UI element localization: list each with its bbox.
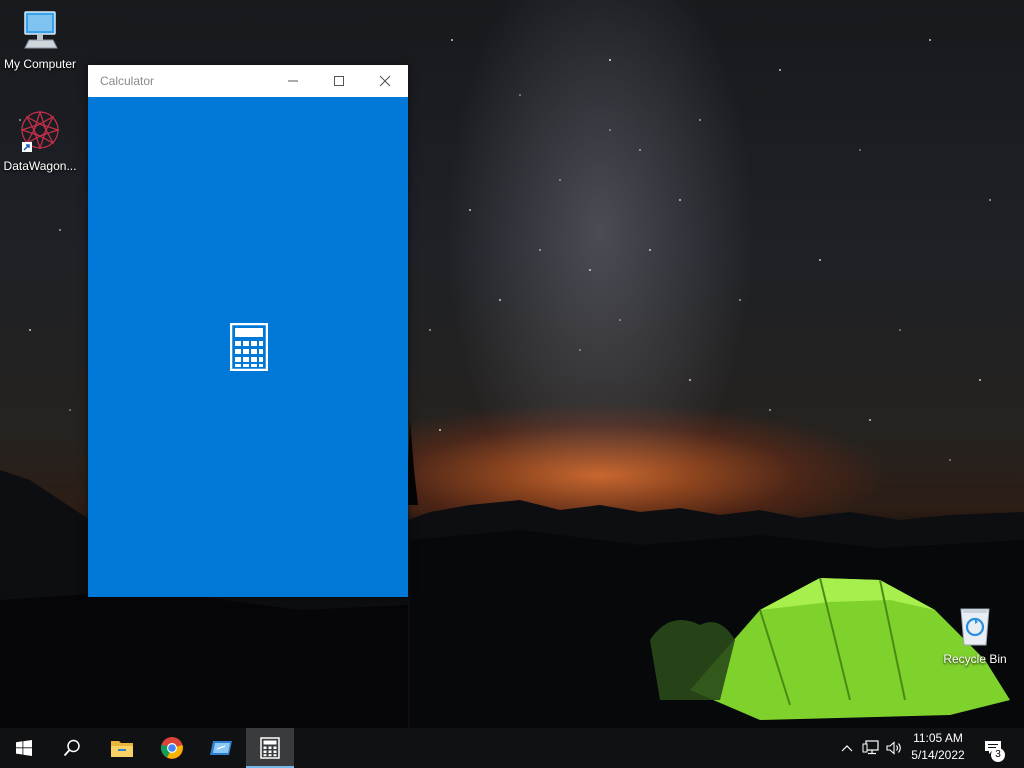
desktop-icon-my-computer[interactable]: My Computer [0, 10, 80, 71]
desktop-icon-datawagon[interactable]: DataWagon... [0, 106, 80, 173]
taskbar-chrome[interactable] [148, 728, 196, 768]
show-hidden-icons-button[interactable] [838, 728, 856, 768]
clock-time: 11:05 AM [913, 731, 963, 745]
start-button[interactable] [0, 728, 48, 768]
clock-date: 5/14/2022 [911, 748, 965, 762]
windows-logo-icon [16, 740, 32, 756]
computer-icon [24, 11, 58, 49]
calculator-icon [260, 737, 280, 759]
taskbar-app[interactable] [197, 728, 245, 768]
speaker-icon [886, 741, 901, 755]
window-titlebar[interactable]: Calculator [88, 65, 408, 97]
desktop-icon-label: DataWagon... [3, 159, 77, 173]
window-title: Calculator [100, 74, 155, 88]
search-icon [63, 739, 80, 757]
datawagon-icon [20, 110, 60, 152]
app-window-icon [210, 741, 232, 755]
network-icon [862, 740, 879, 755]
minimize-icon [288, 80, 298, 82]
chrome-icon [161, 737, 183, 759]
calculator-window[interactable]: Calculator [88, 65, 408, 597]
folder-icon [111, 741, 133, 757]
calculator-splash-icon [229, 322, 269, 376]
network-button[interactable] [860, 728, 882, 768]
close-button[interactable] [362, 65, 408, 97]
taskbar-clock[interactable]: 11:05 AM 5/14/2022 [902, 730, 974, 764]
desktop-icon-recycle-bin[interactable]: Recycle Bin [935, 603, 1015, 666]
notification-count-badge: 3 [991, 748, 1005, 762]
chevron-up-icon [841, 745, 853, 752]
calculator-icon [229, 322, 269, 372]
action-center-button[interactable] [978, 728, 1008, 768]
maximize-icon [334, 76, 344, 86]
close-icon [379, 75, 391, 87]
desktop-icon-label: Recycle Bin [943, 652, 1007, 666]
taskbar-file-explorer[interactable] [98, 728, 146, 768]
taskbar: 11:05 AM 5/14/2022 [0, 728, 1024, 768]
desktop-icon-label: My Computer [3, 57, 77, 71]
maximize-button[interactable] [316, 65, 362, 97]
taskbar-calculator[interactable] [246, 728, 294, 768]
search-button[interactable] [48, 728, 96, 768]
volume-button[interactable] [884, 728, 904, 768]
recycle-bin-icon [960, 608, 990, 646]
minimize-button[interactable] [270, 65, 316, 97]
